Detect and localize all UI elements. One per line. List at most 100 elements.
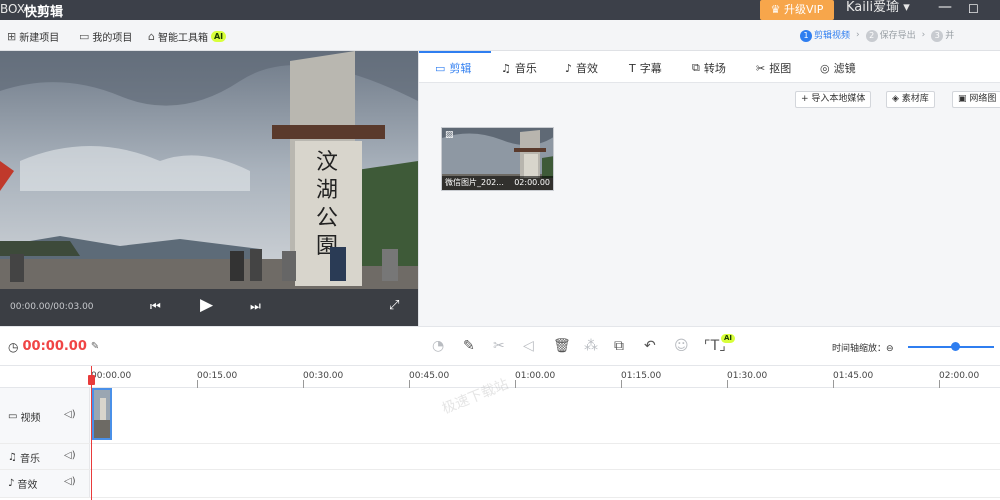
web-image-button[interactable]: ▣ 网络图 (952, 91, 1000, 108)
media-panel: ▭ 剪辑 ♫ 音乐 ♪ 音效 T 字幕 ⧉ 转场 ✂ 抠图 ◎ 滤镜 + 导入本地媒体 ◈ 素… (418, 51, 1000, 326)
zoom-slider-handle[interactable] (950, 342, 960, 351)
tab-label: 滤镜 (833, 62, 856, 75)
tab-label: 音效 (576, 62, 599, 75)
maximize-button[interactable]: ☐ (968, 2, 979, 16)
tab-filters[interactable]: ◎ 滤镜 (820, 60, 856, 76)
ruler-tick-label: 01:00.00 (515, 371, 556, 381)
my-projects-label: 我的项目 (92, 33, 133, 44)
copy-icon[interactable]: ⧉ (614, 338, 624, 354)
layers-icon: ◈ (892, 94, 902, 104)
timeline[interactable]: 00:00.00 00:15.00 00:30.00 00:45.00 01:0… (0, 366, 1000, 500)
tab-edit[interactable]: ▭ 剪辑 (435, 60, 471, 76)
speaker-icon[interactable]: ◁) (64, 409, 76, 420)
tab-transitions[interactable]: ⧉ 转场 (692, 60, 726, 76)
ruler-tick (409, 380, 410, 388)
play-button[interactable]: ▶ (200, 295, 213, 315)
ruler-tick (621, 380, 622, 388)
skip-previous-button[interactable]: ⏮ (150, 299, 161, 314)
ruler-tick (727, 380, 728, 388)
tab-music[interactable]: ♫ 音乐 (501, 60, 537, 76)
ruler-tick-label: 00:15.00 (197, 371, 238, 381)
material-library-button[interactable]: ◈ 素材库 (886, 91, 935, 108)
chevron-down-icon: ▾ (903, 0, 910, 15)
import-local-media-button[interactable]: + 导入本地媒体 (795, 91, 872, 108)
minimize-button[interactable]: — (938, 0, 952, 14)
chevron-right-icon: › (921, 30, 926, 40)
video-track-header: ▭ 视频 ◁) (0, 388, 90, 443)
speaker-icon[interactable]: ◁) (64, 450, 76, 461)
new-project-button[interactable]: ⊞ 新建项目 (7, 29, 59, 44)
preview-timecode: 00:00.00/00:03.00 (10, 302, 94, 312)
fullscreen-button[interactable]: ⤢ (389, 298, 399, 313)
sign-char-1: 汶 (316, 150, 338, 175)
tab-sound-effects[interactable]: ♪ 音效 (565, 60, 598, 76)
tab-label: 字幕 (639, 62, 662, 75)
library-label: 素材库 (901, 94, 929, 104)
tab-subtitles[interactable]: T 字幕 (629, 60, 662, 76)
sign-char-3: 公 (316, 206, 338, 231)
ruler-tick-label: 01:15.00 (621, 371, 662, 381)
video-preview[interactable]: 汶 湖 公 園 00:00.00/00:03.00 ⏮ ▶ ⏭ ⤢ (0, 51, 418, 326)
tab-label: 抠图 (769, 62, 792, 75)
sticker-icon[interactable]: ☺ (674, 338, 689, 354)
trash-icon[interactable]: 🗑 (553, 338, 571, 354)
ruler-tick-label: 01:30.00 (727, 371, 768, 381)
current-time: 00:00.00 (22, 339, 87, 354)
speaker-icon[interactable]: ◁) (64, 476, 76, 487)
sfx-track-header: ♪ 音效 ◁) (0, 470, 90, 497)
timeline-zoom-label: 时间轴缩放：⊖ (832, 344, 894, 354)
edit-toolbar: ◷ 00:00.00 ✎ ◔ ✎ ✂ ◁ 🗑 ⁂ ⧉ ↶ ☺ ⌜T⌟ AI 时间… (0, 326, 1000, 366)
ruler-tick (833, 380, 834, 388)
music-track-icon: ♫ (8, 452, 17, 463)
toolbox-icon: ⌂ (148, 30, 155, 43)
music-track[interactable]: ♫ 音乐 ◁) (0, 444, 1000, 470)
track-name: 音效 (17, 480, 38, 491)
video-track-label: ▭ 视频 (8, 409, 40, 424)
volume-icon[interactable]: ◁ (523, 338, 534, 354)
step-share[interactable]: 3并 (931, 28, 954, 42)
image-type-icon: ▨ (445, 130, 454, 140)
active-tab-indicator (419, 51, 491, 53)
ruler-tick-label: 00:00.00 (91, 371, 132, 381)
ruler-tick (515, 380, 516, 388)
media-tabs: ▭ 剪辑 ♫ 音乐 ♪ 音效 T 字幕 ⧉ 转场 ✂ 抠图 ◎ 滤镜 (419, 51, 1000, 83)
preview-frame-image: 汶 湖 公 園 (0, 51, 418, 289)
sfx-track-label: ♪ 音效 (8, 476, 37, 491)
upgrade-vip-button[interactable]: ♛ 升级VIP (760, 0, 834, 20)
track-name: 视频 (20, 413, 41, 424)
step-number: 3 (931, 30, 944, 42)
media-thumbnail[interactable]: ▨ 微信图片_202... 02:00.00 (441, 127, 554, 191)
scissors-icon[interactable]: ✂ (493, 338, 505, 354)
tab-cutout[interactable]: ✂ 抠图 (756, 60, 791, 76)
step-save-export[interactable]: 2 保存导出 (865, 28, 916, 42)
clip-thumbnail (94, 390, 110, 438)
user-menu[interactable]: Kaili爱瑜 ▾ (846, 0, 910, 16)
smart-toolbox-button[interactable]: ⌂ 智能工具箱 AI (148, 29, 227, 44)
tab-label: 剪辑 (449, 62, 472, 75)
app-title: 快剪辑 (24, 5, 64, 20)
magic-cutout-icon[interactable]: ⁂ (584, 338, 598, 354)
cutout-icon: ✂ (756, 61, 766, 75)
edit-time-icon[interactable]: ✎ (91, 341, 99, 352)
ai-badge: AI (210, 31, 227, 42)
thumbnail-duration: 02:00.00 (514, 178, 550, 187)
pencil-icon[interactable]: ✎ (463, 338, 475, 354)
playhead[interactable] (91, 366, 92, 500)
speed-icon[interactable]: ◔ (432, 338, 444, 354)
step-label: 剪辑视频 (814, 31, 851, 41)
skip-next-button[interactable]: ⏭ (250, 299, 261, 314)
ruler-tick-label: 00:45.00 (409, 371, 450, 381)
sfx-track[interactable]: ♪ 音效 ◁) (0, 470, 1000, 498)
filter-icon: ◎ (820, 61, 830, 75)
web-image-label: 网络图 (969, 94, 997, 104)
undo-icon[interactable]: ↶ (644, 338, 656, 354)
video-clip[interactable] (92, 388, 112, 440)
step-label: 并 (945, 31, 955, 41)
chevron-right-icon: › (856, 30, 860, 40)
step-number: 2 (865, 30, 878, 42)
video-track-icon: ▭ (8, 411, 18, 422)
ruler-tick (939, 380, 940, 388)
ruler-tick-label: 02:00.00 (939, 371, 980, 381)
step-edit-video[interactable]: 1 剪辑视频 (800, 28, 850, 42)
my-projects-button[interactable]: ▭ 我的项目 (79, 29, 132, 44)
